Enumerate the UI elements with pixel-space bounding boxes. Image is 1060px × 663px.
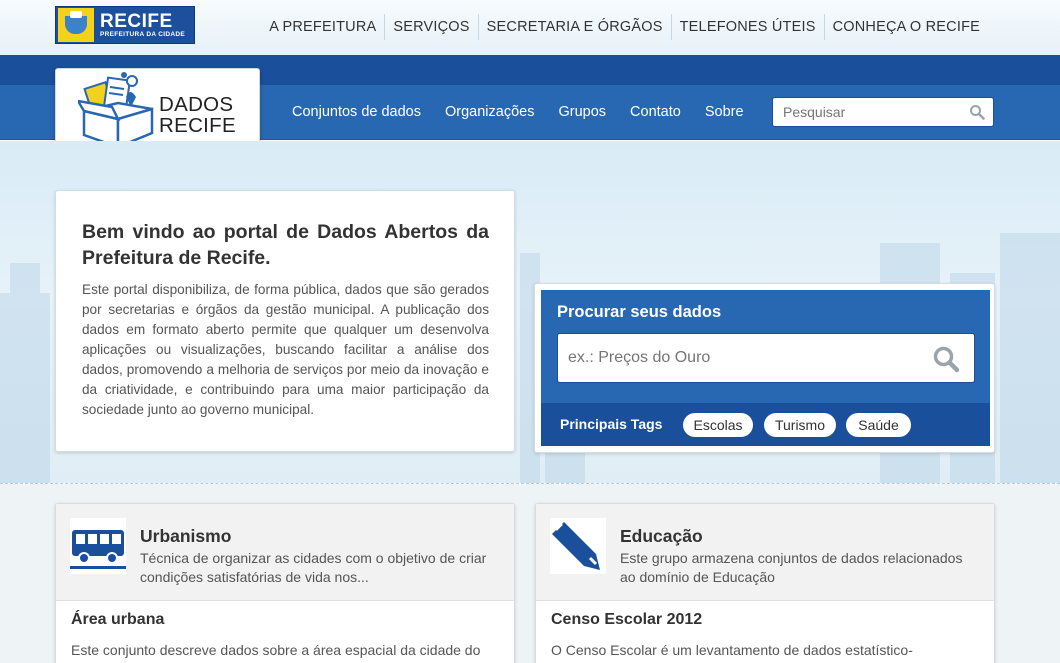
open-box-icon <box>78 72 154 149</box>
welcome-card: Bem vindo ao portal de Dados Abertos da … <box>55 190 515 452</box>
tag-escolas[interactable]: Escolas <box>683 413 753 437</box>
popular-tags-bar: Principais Tags Escolas Turismo Saúde <box>541 403 990 446</box>
header-search-input[interactable] <box>773 98 953 126</box>
dados-logo-line2: RECIFE <box>159 114 236 137</box>
welcome-body: Este portal disponibiliza, de forma públ… <box>82 282 489 417</box>
recife-logo-subtitle: PREFEITURA DA CIDADE <box>100 30 185 38</box>
nav-contato[interactable]: Contato <box>630 101 681 123</box>
nav-sobre[interactable]: Sobre <box>705 101 744 123</box>
top-nav: A PREFEITURA SERVIÇOS SECRETARIA E ÓRGÃO… <box>261 14 988 40</box>
dataset-title[interactable]: Censo Escolar 2012 <box>551 611 702 629</box>
top-nav-servicos[interactable]: SERVIÇOS <box>384 14 477 40</box>
nav-conjuntos[interactable]: Conjuntos de dados <box>292 101 421 123</box>
top-bar: RECIFE PREFEITURA DA CIDADE A PREFEITURA… <box>0 0 1060 55</box>
dataset-search-input[interactable] <box>558 334 908 382</box>
popular-tags-label: Principais Tags <box>560 416 663 432</box>
group-card-urbanismo[interactable]: Urbanismo Técnica de organizar as cidade… <box>55 503 515 663</box>
top-nav-telefones[interactable]: TELEFONES ÚTEIS <box>670 14 824 40</box>
group-title[interactable]: Educação <box>620 526 703 547</box>
dataset-search-title: Procurar seus dados <box>557 303 722 321</box>
top-nav-prefeitura[interactable]: A PREFEITURA <box>261 14 384 40</box>
tag-turismo[interactable]: Turismo <box>764 413 836 437</box>
group-description: Este grupo armazena conjuntos de dados r… <box>620 550 963 585</box>
top-nav-conheca[interactable]: CONHEÇA O RECIFE <box>823 14 988 40</box>
group-card-educacao[interactable]: Educação Este grupo armazena conjuntos d… <box>535 503 995 663</box>
group-title[interactable]: Urbanismo <box>140 526 231 547</box>
dataset-description: O Censo Escolar é um levantamento de dad… <box>551 642 913 658</box>
recife-crest-icon <box>58 8 94 42</box>
bus-icon <box>70 518 126 574</box>
header-search <box>772 97 994 127</box>
welcome-title: Bem vindo ao portal de Dados Abertos da … <box>82 221 489 269</box>
dataset-description: Este conjunto descreve dados sobre a áre… <box>71 642 481 658</box>
dataset-search-card: Procurar seus dados Principais Tags Esco… <box>534 283 995 453</box>
search-icon[interactable] <box>969 104 985 125</box>
dataset-search-box <box>557 333 975 383</box>
dataset-title[interactable]: Área urbana <box>71 611 164 629</box>
recife-logo[interactable]: RECIFE PREFEITURA DA CIDADE <box>55 6 195 44</box>
nav-grupos[interactable]: Grupos <box>558 101 606 123</box>
group-description: Técnica de organizar as cidades com o ob… <box>140 550 487 585</box>
recife-logo-name: RECIFE <box>100 10 173 32</box>
search-icon[interactable] <box>932 345 960 378</box>
tag-saude[interactable]: Saúde <box>846 413 911 437</box>
top-nav-secretaria[interactable]: SECRETARIA E ÓRGÃOS <box>477 14 671 40</box>
main-nav: Conjuntos de dados Organizações Grupos C… <box>280 101 756 123</box>
pencil-icon <box>550 518 606 574</box>
nav-organizacoes[interactable]: Organizações <box>445 101 534 123</box>
